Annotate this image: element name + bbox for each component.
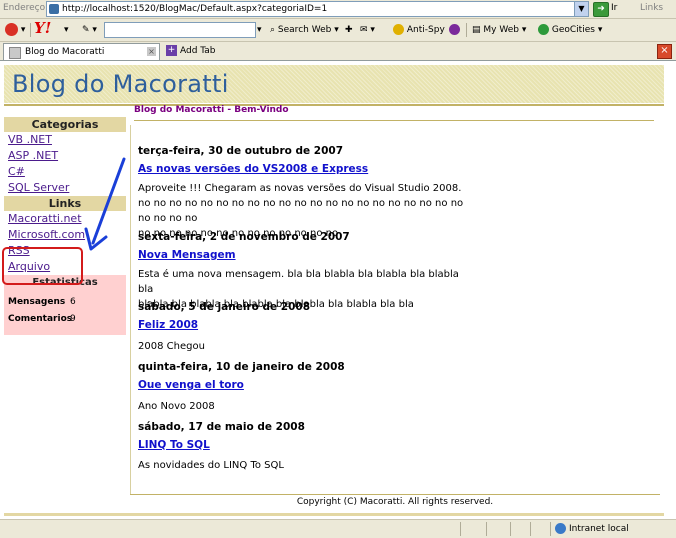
post-date: sábado, 17 de maio de 2008	[138, 421, 305, 433]
pencil-icon: ✎	[82, 25, 90, 35]
search-web-label: Search Web	[277, 25, 332, 35]
search-icon: ⌕	[270, 25, 276, 35]
post-body-line: 2008 Chegou	[138, 341, 205, 352]
welcome-text: Blog do Macoratti - Bem-Vindo	[134, 105, 289, 115]
post-title-link[interactable]: Nova Mensagem	[138, 249, 236, 261]
welcome-divider	[134, 120, 654, 121]
page-icon	[9, 47, 21, 59]
mail-icon: ✉	[360, 25, 368, 35]
post-title-link[interactable]: Feliz 2008	[138, 319, 198, 331]
posts-panel: terça-feira, 30 de outubro de 2007 As no…	[130, 125, 658, 495]
tab-bar: Blog do Macoratti × + Add Tab	[0, 42, 676, 61]
post-title-link[interactable]: LINQ To SQL	[138, 439, 210, 451]
chevron-down-icon: ▾	[257, 25, 262, 35]
status-divider	[550, 522, 551, 536]
post-date: quinta-feira, 10 de janeiro de 2008	[138, 361, 345, 373]
security-zone: Intranet local	[555, 523, 629, 534]
status-divider	[530, 522, 531, 536]
mail-button[interactable]: ✉ ▾	[360, 22, 375, 38]
chevron-down-icon: ▾	[521, 25, 527, 35]
post-date: sexta-feira, 2 de novembro de 2007	[138, 231, 350, 243]
post-body-line: no no no no no no no no no no no no no n…	[138, 198, 464, 224]
my-web-label: My Web	[483, 25, 519, 35]
annotation-arrow-icon	[84, 157, 126, 251]
footer-copyright: Copyright (C) Macoratti. All rights rese…	[296, 497, 494, 507]
status-bar: Intranet local	[0, 519, 676, 538]
tab-close-icon[interactable]: ×	[147, 47, 156, 56]
toolbar-divider	[30, 23, 31, 37]
geocities-button[interactable]: GeoCities ▾	[538, 22, 602, 38]
chevron-down-icon: ▾	[597, 25, 603, 35]
main-content: Blog do Macoratti - Bem-Vindo terça-feir…	[130, 105, 660, 495]
tab-blog[interactable]: Blog do Macoratti ×	[3, 43, 160, 60]
toolbar-search-input[interactable]	[104, 22, 256, 38]
status-divider	[460, 522, 461, 536]
add-tab-button[interactable]: + Add Tab	[166, 44, 216, 58]
close-window-button[interactable]: ×	[657, 44, 672, 59]
messenger-button[interactable]	[449, 22, 460, 38]
yahoo-menu-chevron[interactable]: ▾	[64, 22, 69, 38]
add-tab-label: Add Tab	[180, 46, 216, 56]
bookmark-button[interactable]: ✚	[345, 22, 353, 38]
post-body: As novidades do LINQ To SQL	[138, 458, 468, 473]
geocities-label: GeoCities	[551, 25, 595, 35]
bookmark-icon: ✚	[345, 25, 353, 35]
anti-spy-label: Anti-Spy	[406, 25, 445, 35]
folder-icon: ▤	[472, 25, 481, 35]
zone-label: Intranet local	[569, 524, 629, 534]
address-input[interactable]: http://localhost:1520/BlogMac/Default.as…	[46, 1, 588, 17]
chevron-down-icon: ▾	[64, 25, 69, 35]
search-dropdown[interactable]: ▾	[257, 22, 262, 38]
address-label: Endereço	[3, 3, 46, 13]
arrow-right-icon: ➜	[597, 4, 605, 14]
close-icon: ×	[660, 45, 669, 56]
chevron-down-icon: ▾	[20, 25, 26, 35]
geocities-icon	[538, 24, 549, 35]
footer-divider	[130, 494, 660, 495]
links-label[interactable]: Links	[640, 3, 663, 13]
post-body-line: Ano Novo 2008	[138, 401, 215, 412]
my-web-button[interactable]: ▤ My Web ▾	[472, 22, 526, 38]
yahoo-logo[interactable]: Y!	[34, 20, 51, 36]
post-title-link[interactable]: Oue venga el toro	[138, 379, 244, 391]
post-body: 2008 Chegou	[138, 339, 468, 354]
messenger-icon	[449, 24, 460, 35]
chevron-down-icon: ▾	[370, 25, 375, 35]
chevron-down-icon: ▼	[578, 4, 585, 13]
address-bar: Endereço http://localhost:1520/BlogMac/D…	[0, 0, 676, 19]
post-date: terça-feira, 30 de outubro de 2007	[138, 145, 344, 157]
search-web-button[interactable]: ⌕ Search Web ▾	[270, 22, 339, 38]
status-divider	[510, 522, 511, 536]
toolbar: ▾ Y! ▾ ✎ ▾ ▾ ⌕ Search Web ▾ ✚ ✉ ▾ Anti-S…	[0, 19, 676, 42]
tab-title: Blog do Macoratti	[25, 47, 105, 57]
post-body-line: Esta é uma nova mensagem. bla bla blabla…	[138, 269, 459, 295]
plus-icon: +	[166, 45, 177, 56]
post-body: Ano Novo 2008	[138, 399, 468, 414]
page-icon	[49, 4, 59, 14]
google-icon	[5, 23, 18, 36]
chevron-down-icon: ▾	[334, 25, 339, 35]
status-divider	[486, 522, 487, 536]
toolbar-divider	[466, 23, 467, 37]
anti-spy-button[interactable]: Anti-Spy	[393, 22, 445, 38]
address-url: http://localhost:1520/BlogMac/Default.as…	[62, 4, 328, 14]
footer-bar	[4, 513, 664, 516]
anti-spy-icon	[393, 24, 404, 35]
globe-icon	[555, 523, 566, 534]
post-body-line: Aproveite !!! Chegaram as novas versões …	[138, 183, 462, 194]
post-date: sábado, 5 de janeiro de 2008	[138, 301, 311, 313]
post-body-line: As novidades do LINQ To SQL	[138, 460, 284, 471]
go-button[interactable]: ➜	[593, 2, 609, 17]
post-title-link[interactable]: As novas versões do VS2008 e Express	[138, 163, 368, 175]
pencil-button[interactable]: ✎ ▾	[82, 22, 97, 38]
google-button[interactable]: ▾	[5, 22, 25, 38]
page-viewport: Blog do Macoratti Categorias VB .NET ASP…	[0, 61, 676, 519]
address-dropdown-button[interactable]: ▼	[574, 1, 589, 17]
go-label[interactable]: Ir	[611, 3, 617, 13]
chevron-down-icon: ▾	[92, 25, 97, 35]
